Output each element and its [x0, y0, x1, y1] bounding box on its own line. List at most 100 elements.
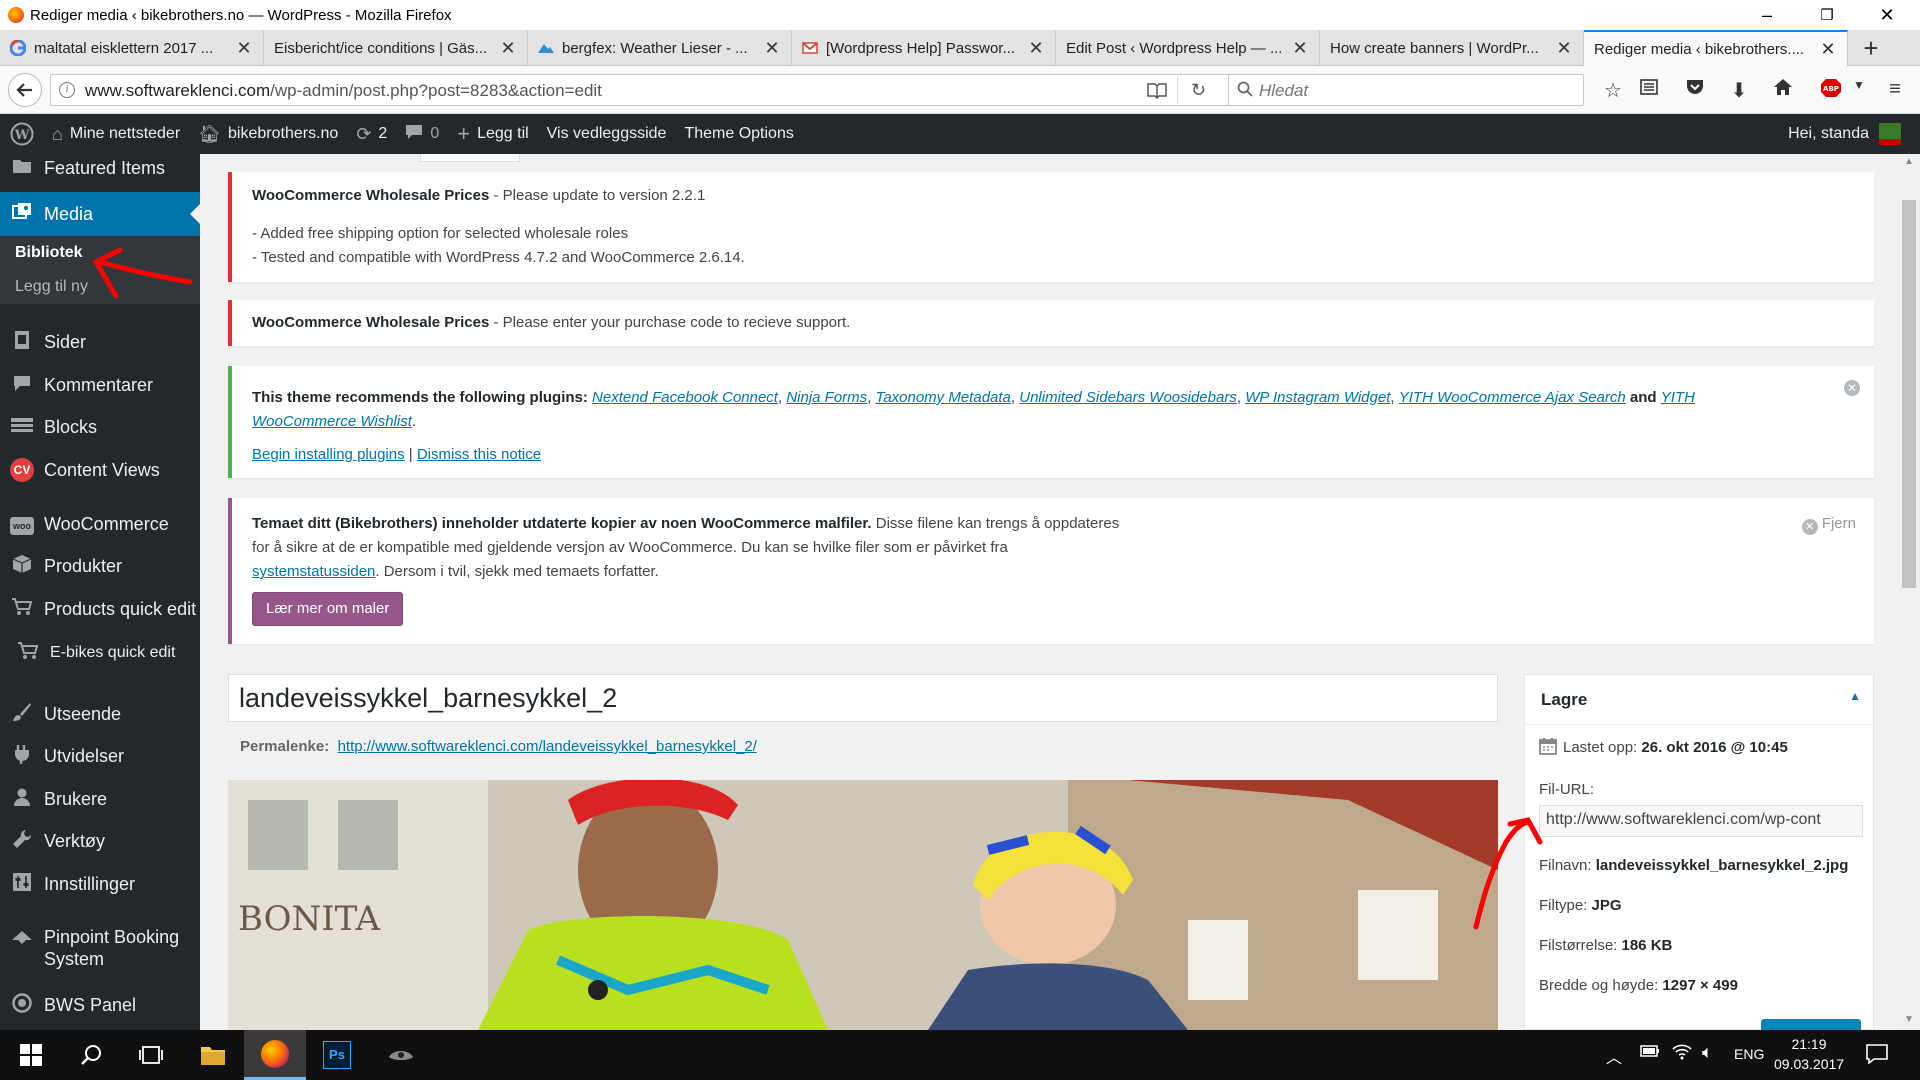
sidebar-item-comments[interactable]: Kommentarer — [0, 365, 200, 405]
photoshop-taskbar-button[interactable]: Ps — [306, 1030, 368, 1080]
notice-line: - Added free shipping option for selecte… — [252, 225, 629, 242]
filetype-label: Filtype: — [1539, 897, 1592, 914]
learn-templates-button[interactable]: Lær mer om maler — [252, 592, 404, 626]
browser-tab[interactable]: [Wordpress Help] Passwor... ✕ — [792, 30, 1056, 66]
add-new-menu[interactable]: + Legg til — [448, 114, 537, 154]
back-button[interactable] — [8, 73, 42, 107]
browser-tab[interactable]: Eisbericht/ice conditions | Gäs... ✕ — [264, 30, 528, 66]
browser-tab[interactable]: bergfex: Weather Lieser - ... ✕ — [528, 30, 792, 66]
plugin-link-taxonomy[interactable]: Taxonomy Metadata — [876, 389, 1011, 406]
site-name-menu[interactable]: 🏠︎ bikebrothers.no — [189, 114, 347, 154]
url-bar[interactable]: i www.softwareklenci.com/wp-admin/post.p… — [50, 74, 1230, 106]
browser-tab-active[interactable]: Rediger media ‹ bikebrothers.... ✕ — [1584, 30, 1848, 66]
wp-logo[interactable]: W — [0, 114, 43, 154]
plugin-link-sidebars[interactable]: Unlimited Sidebars Woosidebars — [1019, 389, 1237, 406]
sidebar-item-products-quick-edit[interactable]: Products quick edit — [0, 589, 200, 629]
sidebar-item-bws-panel[interactable]: BWS Panel — [0, 985, 200, 1025]
hamburger-menu-icon[interactable]: ≡ — [1882, 78, 1908, 101]
tab-close-icon[interactable]: ✕ — [763, 38, 781, 59]
plugin-link-nextend[interactable]: Nextend Facebook Connect — [592, 389, 778, 406]
file-url-field[interactable]: http://www.softwareklenci.com/wp-cont — [1539, 805, 1863, 837]
wifi-icon[interactable] — [1672, 1042, 1692, 1064]
close-window-button[interactable]: ✕ — [1864, 0, 1910, 30]
sidebar-item-pinpoint-booking[interactable]: Pinpoint Booking System — [0, 924, 200, 972]
sidebar-item-settings[interactable]: Innstillinger — [0, 864, 200, 904]
speaker-icon[interactable]: 🔈︎ — [1702, 1042, 1713, 1063]
view-attachment-link[interactable]: Vis vedleggsside — [538, 114, 676, 154]
pocket-icon[interactable] — [1682, 78, 1708, 102]
post-title-input[interactable]: landeveissykkel_barnesykkel_2 — [228, 674, 1498, 722]
scroll-up-icon[interactable]: ▲ — [1904, 156, 1914, 167]
close-circle-icon[interactable]: ✕ — [1844, 380, 1860, 396]
begin-installing-link[interactable]: Begin installing plugins — [252, 446, 405, 463]
submenu-item-library[interactable]: Bibliotek — [15, 244, 83, 262]
sidebar-item-products[interactable]: Produkter — [0, 546, 200, 586]
sidebar-item-content-views[interactable]: CV Content Views — [0, 450, 200, 490]
url-text[interactable]: www.softwareklenci.com/wp-admin/post.php… — [85, 81, 602, 101]
plugin-link-ninja-forms[interactable]: Ninja Forms — [786, 389, 867, 406]
bookmark-star-icon[interactable]: ☆ — [1600, 78, 1626, 103]
clock[interactable]: 21:19 09.03.2017 — [1774, 1034, 1844, 1074]
browser-tab[interactable]: Edit Post ‹ Wordpress Help — ... ✕ — [1056, 30, 1320, 66]
sidebar-item-woocommerce[interactable]: woo WooCommerce — [0, 504, 200, 544]
info-icon[interactable]: i — [59, 82, 75, 98]
sidebar-item-ebikes-quick-edit[interactable]: E-bikes quick edit — [0, 633, 200, 673]
tab-close-icon[interactable]: ✕ — [499, 38, 517, 59]
firefox-taskbar-button[interactable] — [244, 1030, 306, 1080]
notifications-icon[interactable] — [1866, 1044, 1888, 1068]
dismiss-notice-link[interactable]: Dismiss this notice — [417, 446, 541, 463]
dismiss-woo-notice[interactable]: ✕ Fjern — [1801, 512, 1856, 536]
app-taskbar-button[interactable] — [370, 1030, 432, 1080]
sidebar-item-users[interactable]: Brukere — [0, 779, 200, 819]
tab-close-icon[interactable]: ✕ — [1027, 38, 1045, 59]
battery-icon[interactable] — [1640, 1044, 1660, 1062]
scroll-down-icon[interactable]: ▼ — [1904, 1014, 1914, 1025]
scrolled-header-fragment — [420, 154, 520, 162]
new-tab-button[interactable]: + — [1848, 30, 1894, 66]
file-explorer-button[interactable] — [182, 1030, 244, 1080]
plugin-link-instagram[interactable]: WP Instagram Widget — [1245, 389, 1390, 406]
chevron-up-icon[interactable]: ︿ — [1606, 1044, 1622, 1068]
task-view-button[interactable] — [120, 1030, 182, 1080]
user-greeting-menu[interactable]: Hei, standa — [1779, 114, 1910, 154]
comments-menu[interactable]: 0 — [396, 114, 448, 154]
minimize-button[interactable]: – — [1744, 0, 1790, 30]
my-sites-menu[interactable]: ⌂ Mine nettsteder — [43, 114, 189, 154]
language-indicator[interactable]: ENG — [1734, 1046, 1764, 1062]
reader-view-icon[interactable] — [1147, 81, 1167, 103]
plugin-link-yith-search[interactable]: YITH WooCommerce Ajax Search — [1399, 389, 1626, 406]
maximize-button[interactable]: ❐ — [1804, 0, 1850, 30]
search-bar[interactable]: Hledat — [1228, 74, 1584, 106]
taskbar-search-button[interactable] — [60, 1030, 122, 1080]
sidebar-item-appearance[interactable]: Utseende — [0, 694, 200, 734]
search-icon — [1237, 81, 1253, 101]
sidebar-item-pages[interactable]: Sider — [0, 322, 200, 362]
start-button[interactable] — [0, 1030, 62, 1080]
sidebar-item-tools[interactable]: Verktøy — [0, 821, 200, 861]
tab-close-icon[interactable]: ✕ — [235, 38, 253, 59]
sidebar-item-blocks[interactable]: Blocks — [0, 407, 200, 447]
tab-close-icon[interactable]: ✕ — [1291, 38, 1309, 59]
permalink-url[interactable]: http://www.softwareklenci.com/landeveiss… — [338, 738, 757, 755]
caret-up-icon[interactable]: ▲ — [1849, 689, 1861, 703]
tab-close-icon[interactable]: ✕ — [1819, 39, 1837, 60]
scrollbar-thumb[interactable] — [1902, 200, 1916, 588]
browser-tab[interactable]: maltatal eisklettern 2017 ... ✕ — [0, 30, 264, 66]
system-status-link[interactable]: systemstatussiden — [252, 563, 375, 580]
home-icon[interactable] — [1770, 78, 1796, 102]
reload-icon[interactable]: ↻ — [1191, 80, 1206, 101]
browser-tab[interactable]: How create banners | WordPr... ✕ — [1320, 30, 1584, 66]
submenu-item-add-new[interactable]: Legg til ny — [15, 278, 88, 296]
sidebar-item-media[interactable]: Media — [0, 192, 200, 236]
updates-menu[interactable]: ⟳ 2 — [347, 114, 396, 154]
vertical-scrollbar[interactable]: ▲ ▼ — [1898, 154, 1920, 1030]
theme-options-link[interactable]: Theme Options — [675, 114, 802, 154]
tab-close-icon[interactable]: ✕ — [1555, 38, 1573, 59]
sidebar-item-plugins[interactable]: Utvidelser — [0, 736, 200, 776]
sidebar-item-featured-items[interactable]: Featured Items — [0, 154, 200, 188]
bookmarks-list-icon[interactable] — [1636, 78, 1662, 102]
metabox-header[interactable]: Lagre ▲ — [1525, 675, 1873, 725]
download-icon[interactable]: ⬇ — [1726, 78, 1752, 103]
chevron-down-icon[interactable]: ▼ — [1846, 78, 1872, 92]
adblock-icon[interactable]: ABP — [1818, 78, 1844, 104]
